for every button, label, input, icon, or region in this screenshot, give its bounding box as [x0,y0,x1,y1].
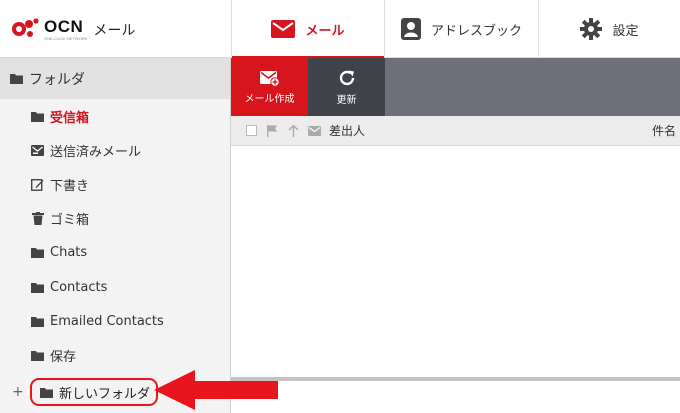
tab-address-book[interactable]: アドレスブック [384,0,538,58]
ocn-logo[interactable]: OCN ONE-CLICK NETWORK メール [10,14,220,44]
compose-mail-icon [259,69,280,86]
folder-icon [10,72,23,85]
folder-icon [31,315,44,328]
refresh-icon [338,69,356,87]
refresh-button[interactable]: 更新 [308,58,385,116]
folder-label: ゴミ箱 [50,212,90,228]
annotation-arrow-icon [154,370,278,410]
folder-icon [31,349,44,362]
column-subject[interactable]: 件名 [652,122,676,139]
tab-settings[interactable]: 設定 [538,0,680,58]
new-folder-label: 新しいフォルダ [59,386,151,402]
envelope-icon[interactable] [308,124,321,137]
folder-label: Emailed Contacts [50,313,164,329]
address-book-icon [400,18,421,40]
folder-item-drafts[interactable]: 下書き [0,167,231,201]
refresh-label: 更新 [336,94,357,106]
folder-label: Chats [50,244,88,260]
folder-item-trash[interactable]: ゴミ箱 [0,201,231,235]
flag-icon[interactable] [266,124,279,137]
compose-label: メール作成 [244,94,295,105]
logo-brand: OCN [44,16,84,36]
folder-item-saved[interactable]: 保存 [0,338,231,372]
folder-icon [31,281,44,294]
envelope-icon [271,20,296,38]
folder-label: 保存 [50,349,77,365]
folder-label: 下書き [50,178,90,194]
compose-button[interactable]: メール作成 [231,58,308,116]
app-header: OCN ONE-CLICK NETWORK メール メール アドレスブック 設定 [0,0,680,59]
gear-icon [580,18,603,40]
folder-section-title: フォルダ [29,71,85,88]
folder-sidebar: フォルダ 受信箱 送信済みメール 下書き ゴミ箱 Chats Contacts … [0,58,231,413]
message-list-header: 差出人 件名 [231,116,680,146]
tab-mail-label: メール [305,23,345,39]
pane-splitter[interactable] [231,377,680,381]
plus-icon[interactable]: + [12,384,24,400]
tab-mail[interactable]: メール [231,0,384,59]
folder-icon [31,110,44,123]
message-list [231,147,680,377]
column-sender[interactable]: 差出人 [329,122,365,139]
folder-label: Contacts [50,279,108,295]
folder-icon [40,386,53,399]
tab-settings-label: 設定 [612,23,639,39]
folder-label: 受信箱 [50,110,90,126]
folder-icon [31,246,44,259]
folder-item-chats[interactable]: Chats [0,235,231,269]
sent-mail-icon [31,144,44,157]
mail-toolbar: メール作成 更新 [231,58,680,116]
folder-item-emailed-contacts[interactable]: Emailed Contacts [0,304,231,338]
ocn-logo-mark-icon [10,16,42,42]
folder-item-sent[interactable]: 送信済みメール [0,133,231,167]
folder-item-contacts[interactable]: Contacts [0,270,231,304]
logo-subtitle: ONE-CLICK NETWORK [44,35,88,41]
new-folder-button[interactable]: 新しいフォルダ [30,378,159,406]
edit-icon [31,178,44,191]
select-all-checkbox[interactable] [246,125,257,136]
sort-up-arrow-icon[interactable] [287,124,300,137]
folder-label: 送信済みメール [50,144,142,160]
logo-product-name: メール [93,23,136,39]
folder-item-inbox[interactable]: 受信箱 [0,99,231,133]
tab-address-book-label: アドレスブック [430,23,522,39]
trash-icon [31,211,44,225]
main-nav: メール アドレスブック 設定 [231,0,680,59]
folder-section-header[interactable]: フォルダ [0,58,230,99]
